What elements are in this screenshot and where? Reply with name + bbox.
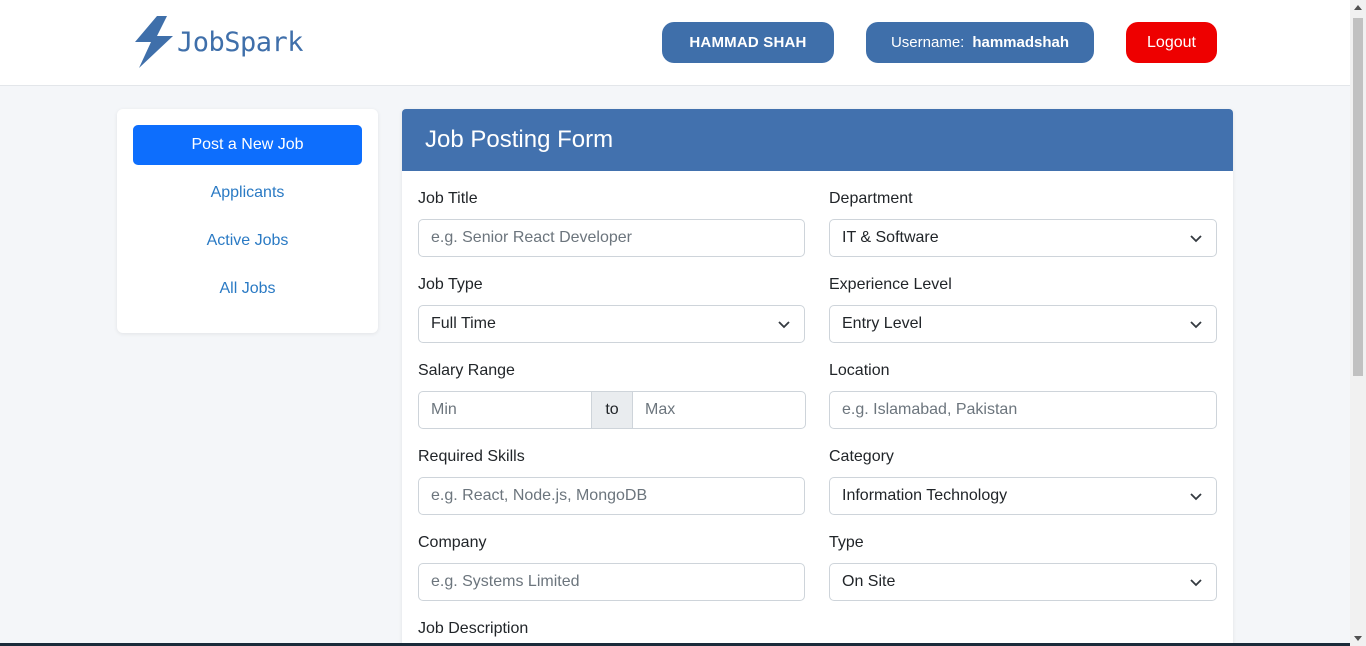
chevron-down-icon xyxy=(1190,493,1202,501)
job-type-select[interactable]: Full Time xyxy=(418,305,805,343)
type-select[interactable]: On Site xyxy=(829,563,1217,601)
top-navbar: JobSpark HAMMAD SHAH Username: hammadsha… xyxy=(0,0,1350,86)
job-description-label: Job Description xyxy=(418,620,529,637)
experience-level-select[interactable]: Entry Level xyxy=(829,305,1217,343)
brand-name: JobSpark xyxy=(177,26,304,58)
salary-range-label: Salary Range xyxy=(418,362,515,379)
scroll-down-arrow-icon[interactable] xyxy=(1354,636,1362,641)
category-label: Category xyxy=(829,448,894,465)
job-posting-card: Job Posting Form Job Title e.g. Senior R… xyxy=(402,109,1233,646)
post-new-job-button[interactable]: Post a New Job xyxy=(133,125,362,165)
required-skills-input[interactable]: e.g. React, Node.js, MongoDB xyxy=(418,477,805,515)
scroll-thumb[interactable] xyxy=(1353,18,1363,376)
chevron-down-icon xyxy=(1190,321,1202,329)
sidebar: Post a New Job Applicants Active Jobs Al… xyxy=(117,109,378,333)
logout-button[interactable]: Logout xyxy=(1126,22,1217,63)
company-input[interactable]: e.g. Systems Limited xyxy=(418,563,805,601)
salary-max-input[interactable]: Max xyxy=(632,391,806,429)
salary-range-group: Min to Max xyxy=(418,391,806,429)
department-value: IT & Software xyxy=(842,229,939,246)
username-badge[interactable]: Username: hammadshah xyxy=(866,22,1094,63)
username-label: Username: xyxy=(890,34,965,51)
job-title-label: Job Title xyxy=(418,190,478,207)
experience-level-value: Entry Level xyxy=(842,315,923,332)
form-title: Job Posting Form xyxy=(402,109,1233,171)
department-label: Department xyxy=(829,190,913,207)
user-name-badge[interactable]: HAMMAD SHAH xyxy=(662,22,834,63)
sidebar-link-active-jobs[interactable]: Active Jobs xyxy=(133,232,362,250)
salary-min-input[interactable]: Min xyxy=(418,391,592,429)
scroll-up-arrow-icon[interactable] xyxy=(1354,5,1362,10)
salary-to-separator: to xyxy=(592,391,632,429)
chevron-down-icon xyxy=(778,321,790,329)
job-type-label: Job Type xyxy=(418,276,483,293)
brand-logo[interactable]: JobSpark xyxy=(133,16,304,68)
company-label: Company xyxy=(418,534,487,551)
username-value: hammadshah xyxy=(972,34,1070,51)
category-value: Information Technology xyxy=(842,487,1008,504)
location-label: Location xyxy=(829,362,890,379)
type-value: On Site xyxy=(842,573,896,590)
department-select[interactable]: IT & Software xyxy=(829,219,1217,257)
location-input[interactable]: e.g. Islamabad, Pakistan xyxy=(829,391,1217,429)
chevron-down-icon xyxy=(1190,579,1202,587)
chevron-down-icon xyxy=(1190,235,1202,243)
category-select[interactable]: Information Technology xyxy=(829,477,1217,515)
sidebar-link-all-jobs[interactable]: All Jobs xyxy=(133,280,362,298)
page-scrollbar[interactable] xyxy=(1350,0,1366,646)
required-skills-label: Required Skills xyxy=(418,448,525,465)
lightning-bolt-icon xyxy=(135,16,173,68)
job-title-input[interactable]: e.g. Senior React Developer xyxy=(418,219,805,257)
sidebar-link-applicants[interactable]: Applicants xyxy=(133,184,362,202)
type-label: Type xyxy=(829,534,864,551)
experience-level-label: Experience Level xyxy=(829,276,952,293)
job-type-value: Full Time xyxy=(431,315,496,332)
